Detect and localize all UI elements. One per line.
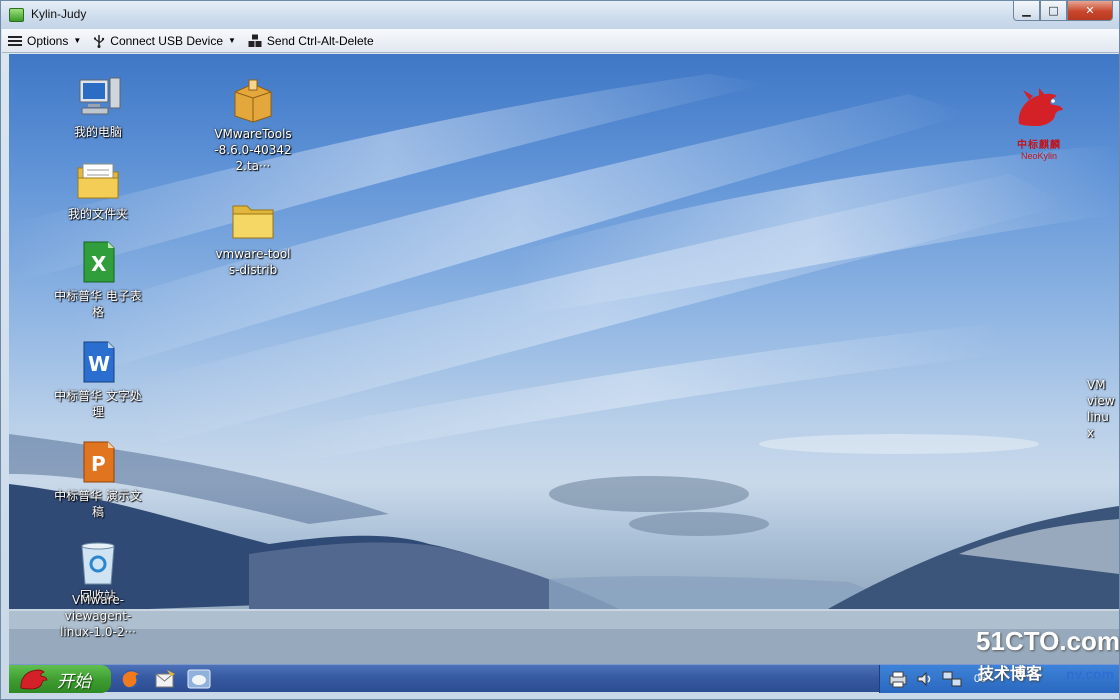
- spreadsheet-icon: X: [74, 238, 122, 286]
- guest-desktop[interactable]: 我的电脑 我的文件夹 X 中标普华 电子表格 W 中标普华 文字处理 P 中标普…: [9, 54, 1119, 666]
- connect-usb-menu[interactable]: Connect USB Device ▼: [87, 30, 242, 52]
- window-title: Kylin-Judy: [31, 7, 87, 21]
- options-label: Options: [27, 33, 69, 48]
- desktop-icon-computer[interactable]: 我的电脑: [53, 74, 143, 140]
- toolbar: Options ▼ Connect USB Device ▼ Send Ctrl…: [2, 29, 1119, 53]
- options-menu[interactable]: Options ▼: [2, 30, 87, 52]
- send-cad-label: Send Ctrl-Alt-Delete: [266, 33, 374, 48]
- app-icon: [9, 8, 24, 22]
- maximize-button[interactable]: □: [1040, 1, 1067, 21]
- taskbar: 开始 06: [9, 664, 1119, 693]
- watermark-site: 51CTO.com: [976, 626, 1120, 656]
- desktop-icon-my-folder[interactable]: 我的文件夹: [53, 156, 143, 222]
- desktop-icon-vmware-tools-distrib[interactable]: vmware-tools-distrib: [208, 196, 298, 278]
- volume-icon[interactable]: [916, 670, 934, 688]
- folder-icon: [229, 196, 277, 244]
- usb-icon: [94, 34, 105, 48]
- start-button[interactable]: 开始: [9, 665, 111, 693]
- icon-label: 中标普华 文字处理: [54, 389, 142, 419]
- documents-folder-icon: [74, 156, 122, 204]
- computer-icon: [74, 74, 122, 122]
- kylin-logo-icon: [1018, 88, 1063, 126]
- desktop-icon-spreadsheet[interactable]: X 中标普华 电子表格: [53, 238, 143, 320]
- kylin-start-icon: [20, 669, 48, 690]
- icon-label: 我的电脑: [73, 125, 122, 139]
- printer-icon[interactable]: [888, 670, 908, 688]
- title-bar[interactable]: Kylin-Judy ▁ □ ✕: [1, 1, 1119, 29]
- firefox-icon[interactable]: [119, 668, 143, 690]
- trash-icon: [74, 538, 122, 586]
- quick-launch: [119, 668, 211, 690]
- icon-label: 我的文件夹: [67, 207, 128, 221]
- svg-text:P: P: [91, 452, 106, 476]
- icon-label: 中标普华 电子表格: [54, 289, 142, 319]
- icon-label: vmware-tools-distrib: [215, 247, 291, 277]
- presentation-icon: P: [74, 438, 122, 486]
- window-controls: ▁ □ ✕: [1013, 1, 1113, 21]
- brand-english: NeoKylin: [1020, 151, 1058, 161]
- close-button[interactable]: ✕: [1067, 1, 1113, 21]
- desktop-icon-vmware-tools-archive[interactable]: VMwareTools-8.6.0-403422.ta···: [208, 76, 298, 174]
- icon-label: VM view linux: [1087, 378, 1115, 440]
- keyboard-keys-icon: [248, 34, 262, 47]
- desktop-icon-vmware-viewagent[interactable]: VMware-viewagent-linux-1.0-2···: [53, 590, 143, 640]
- minimize-button[interactable]: ▁: [1013, 1, 1040, 21]
- svg-text:W: W: [88, 352, 110, 376]
- chevron-down-icon: ▼: [228, 36, 236, 45]
- desktop-icon-word-processor[interactable]: W 中标普华 文字处理: [53, 338, 143, 420]
- network-icon[interactable]: [942, 670, 962, 688]
- watermark-blog: 技术博客: [978, 664, 1043, 683]
- package-icon: [229, 76, 277, 124]
- icon-label: VMware-viewagent-linux-1.0-2···: [60, 593, 136, 639]
- connect-usb-label: Connect USB Device: [110, 33, 223, 48]
- chevron-down-icon: ▼: [73, 36, 82, 45]
- svg-text:X: X: [91, 252, 107, 276]
- word-processor-icon: W: [74, 338, 122, 386]
- email-icon[interactable]: [153, 668, 177, 690]
- icon-label: VMwareTools-8.6.0-403422.ta···: [214, 127, 292, 173]
- desktop-icon-presentation[interactable]: P 中标普华 演示文稿: [53, 438, 143, 520]
- neokylin-logo: 中标麒麟 NeoKylin: [1004, 86, 1074, 161]
- landscape-wallpaper: [9, 484, 1119, 666]
- vm-window: Kylin-Judy ▁ □ ✕ Options ▼ Connect USB D…: [0, 0, 1120, 700]
- show-desktop-icon[interactable]: [187, 668, 211, 690]
- hamburger-icon: [8, 35, 22, 46]
- start-label: 开始: [57, 671, 91, 692]
- send-ctrl-alt-delete-button[interactable]: Send Ctrl-Alt-Delete: [242, 30, 380, 52]
- icon-label: 中标普华 演示文稿: [54, 489, 142, 519]
- brand-chinese: 中标麒麟: [1017, 140, 1061, 151]
- desktop-icon-partial-right[interactable]: VM view linux: [1087, 349, 1119, 441]
- watermark: 51CTO.com 技术博客 nv.com: [976, 626, 1120, 696]
- watermark-suffix: nv.com: [1066, 666, 1114, 682]
